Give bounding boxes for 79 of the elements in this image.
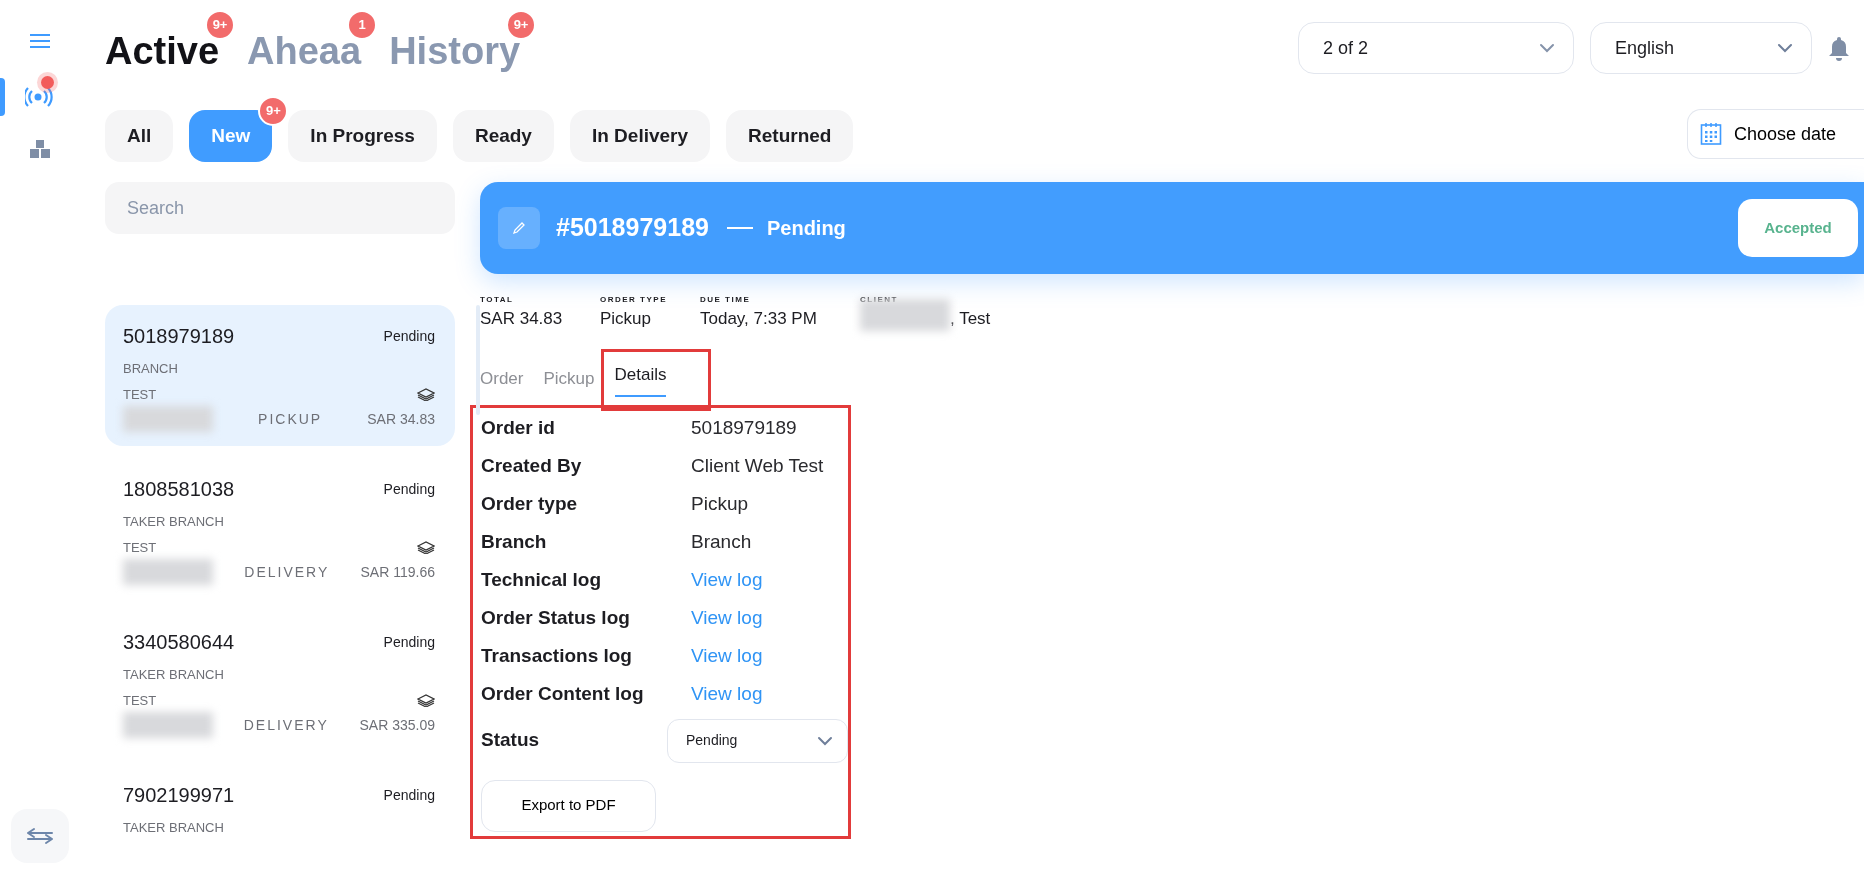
- detail-value: 5018979189: [691, 416, 797, 441]
- chevron-down-icon: [1777, 43, 1793, 53]
- branch-name: BRANCH: [123, 360, 179, 378]
- order-price: SAR 335.09: [359, 715, 435, 735]
- bell-icon[interactable]: [1828, 35, 1850, 61]
- order-card[interactable]: 7902199971 Pending TAKER BRANCH: [105, 764, 455, 852]
- export-pdf-button[interactable]: Export to PDF: [481, 779, 656, 832]
- order-number: 1808581038: [123, 477, 235, 502]
- summary-label: DUE TIME: [700, 294, 752, 306]
- order-status: Pending: [383, 326, 435, 346]
- detail-tab[interactable]: Details: [614, 361, 667, 397]
- summary-label: TOTAL: [480, 294, 515, 306]
- edit-button[interactable]: [498, 207, 540, 249]
- client-name: TEST: [123, 538, 157, 557]
- swap-button[interactable]: [11, 809, 69, 863]
- swap-icon: [26, 827, 54, 845]
- detail-label: Order Status log: [481, 606, 631, 631]
- branch-select[interactable]: 2 of 2: [1298, 22, 1574, 74]
- summary-value: SAR 34.83: [480, 308, 563, 330]
- order-type: PICKUP: [258, 409, 323, 429]
- branch-name: TAKER BRANCH: [123, 513, 225, 531]
- detail-label: Order type: [481, 492, 579, 517]
- count-badge: 9+: [258, 96, 289, 126]
- client-name: TEST: [123, 691, 157, 710]
- filter-chip[interactable]: All: [105, 110, 174, 162]
- detail-label: Order Content log: [481, 682, 645, 707]
- order-number: #5018979189: [556, 212, 709, 244]
- branch-name: TAKER BRANCH: [123, 666, 225, 684]
- order-number: 5018979189: [123, 324, 235, 349]
- order-card[interactable]: 1808581038 Pending TAKER BRANCH TEST DELIVERY SAR 119.66: [105, 458, 455, 599]
- boxes-icon[interactable]: [29, 139, 51, 159]
- order-status: Pending: [383, 479, 435, 499]
- filter-chip[interactable]: Returned: [726, 110, 854, 162]
- language-select[interactable]: English: [1590, 22, 1812, 74]
- calendar-icon: [1700, 122, 1722, 146]
- count-badge: 1: [347, 10, 378, 40]
- detail-value: Pickup: [691, 492, 749, 517]
- client-name: TEST: [123, 385, 157, 404]
- divider-line: [726, 227, 753, 229]
- order-status: Pending: [383, 785, 435, 805]
- order-card[interactable]: 5018979189 Pending BRANCH TEST PICKUP SAR 34.83: [105, 305, 455, 446]
- money-stack-icon: [417, 387, 435, 402]
- chevron-down-icon: [1539, 43, 1555, 53]
- order-type: DELIVERY: [243, 715, 329, 735]
- detail-label: Order id: [481, 416, 556, 441]
- filter-chip[interactable]: Ready: [452, 110, 554, 162]
- order-status: Pending: [383, 632, 435, 652]
- order-card[interactable]: 3340580644 Pending TAKER BRANCH TEST DELIVERY SAR 335.09: [105, 611, 455, 752]
- chevron-down-icon: [817, 735, 833, 746]
- status-select[interactable]: Pending: [667, 718, 848, 763]
- order-status: Pending: [766, 216, 846, 241]
- detail-label: Branch: [481, 530, 548, 555]
- filter-chip[interactable]: In Delivery: [569, 110, 711, 162]
- detail-label: Technical log: [481, 568, 602, 593]
- detail-label: Transactions log: [481, 644, 633, 669]
- detail-label: Created By: [481, 454, 583, 479]
- summary-value: , Test: [950, 308, 991, 330]
- summary-label: CLIENT: [860, 294, 899, 306]
- summary-value: Pickup: [600, 308, 652, 330]
- detail-value: Branch: [691, 530, 752, 555]
- summary-value: Today, 7:33 PM: [700, 308, 817, 330]
- order-number: 7902199971: [123, 783, 235, 808]
- order-price: SAR 119.66: [360, 562, 435, 582]
- filter-chip[interactable]: In Progress: [288, 110, 437, 162]
- search-field[interactable]: Search: [105, 182, 455, 234]
- choose-date-button[interactable]: Choose date: [1687, 109, 1864, 159]
- money-stack-icon: [417, 540, 435, 555]
- summary-label: ORDER TYPE: [600, 294, 668, 306]
- menu-icon[interactable]: [29, 33, 51, 49]
- order-type: DELIVERY: [244, 562, 330, 582]
- order-price: SAR 34.83: [367, 409, 435, 429]
- order-number: 3340580644: [123, 630, 235, 655]
- branch-name: TAKER BRANCH: [123, 819, 225, 837]
- pencil-icon: [512, 221, 526, 235]
- detail-value: Client Web Test: [691, 454, 824, 479]
- count-badge: 9+: [506, 10, 537, 40]
- count-badge: 9+: [205, 10, 236, 40]
- money-stack-icon: [417, 693, 435, 708]
- detail-label: Status: [481, 728, 541, 753]
